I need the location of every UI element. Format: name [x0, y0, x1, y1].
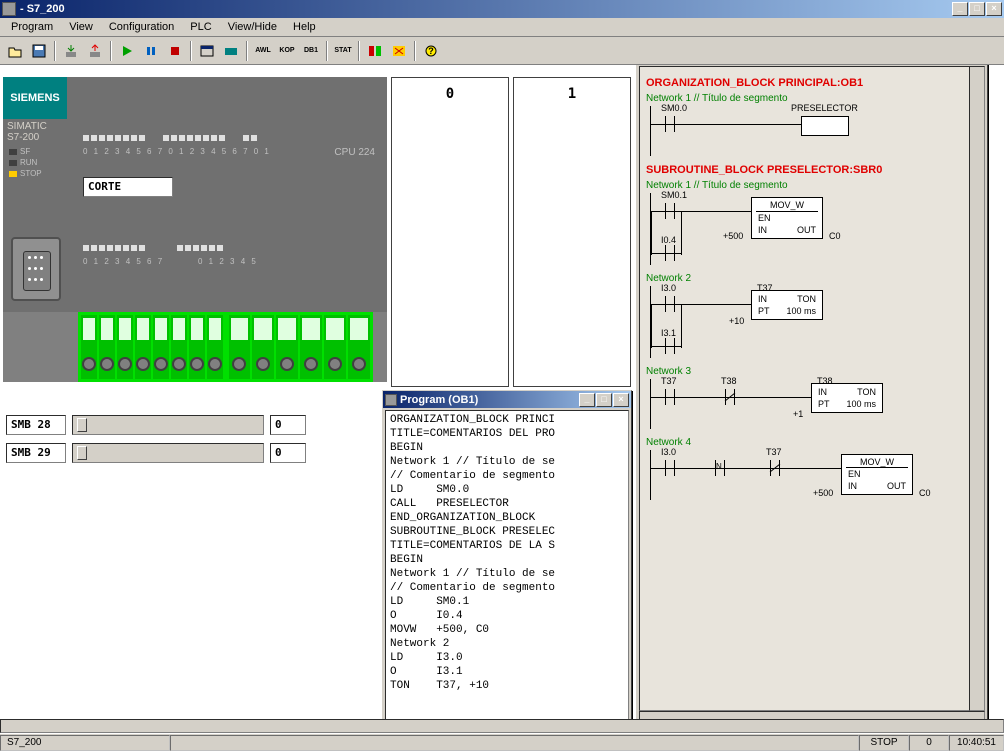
- db9-connector: [11, 237, 61, 301]
- monitor-panel: 0 1: [391, 77, 631, 387]
- menu-help[interactable]: Help: [286, 19, 323, 35]
- io-numbers-bottom-b: 0 1 2 3 4 5: [198, 257, 258, 266]
- main-titlebar: - S7_200 _ □ ×: [0, 0, 1004, 18]
- program-window[interactable]: Program (OB1) _ □ × ORGANIZATION_BLOCK P…: [382, 390, 632, 719]
- menu-configuration[interactable]: Configuration: [102, 19, 181, 35]
- plc-simulator-panel: SIEMENS SIMATICS7-200 CPU 224 SF RUN STO…: [3, 77, 387, 382]
- program-window-icon: [385, 394, 397, 406]
- prog-close-button[interactable]: ×: [613, 393, 629, 407]
- slider-panel: SMB 28 0 SMB 29 0: [6, 415, 306, 471]
- menu-view[interactable]: View: [62, 19, 100, 35]
- plc-model-label: SIMATICS7-200: [3, 119, 51, 145]
- help-icon[interactable]: ?: [420, 40, 442, 62]
- kop-network-2: Network 1 // Título de segmento: [646, 180, 978, 191]
- menu-viewhide[interactable]: View/Hide: [221, 19, 284, 35]
- status-leds: SF RUN STOP: [9, 147, 42, 180]
- ladder-rung-2: SM0.1 I0.4 MOV_W EN INOUT +500 C0: [650, 193, 978, 265]
- app-icon: [2, 2, 16, 16]
- plc-brand-label: SIEMENS: [3, 77, 67, 119]
- kop-network-3: Network 2: [646, 273, 978, 284]
- program-window-title: Program (OB1): [400, 394, 478, 406]
- kop-window[interactable]: KOP _ □ × ORGANIZATION_BLOCK PRINCIPAL:O…: [636, 65, 988, 719]
- main-hscrollbar[interactable]: [0, 719, 1004, 733]
- mdi-client: SIEMENS SIMATICS7-200 CPU 224 SF RUN STO…: [0, 65, 1004, 719]
- terminal-strip[interactable]: [78, 312, 373, 382]
- open-icon[interactable]: [4, 40, 26, 62]
- slider2-label: SMB 29: [6, 443, 66, 463]
- kop-block-header-1: ORGANIZATION_BLOCK PRINCIPAL:OB1: [646, 77, 978, 89]
- monitor-col-1: 1: [513, 77, 631, 387]
- maximize-button[interactable]: □: [969, 2, 985, 16]
- program-code-area[interactable]: ORGANIZATION_BLOCK PRINCI TITLE=COMENTAR…: [385, 410, 629, 719]
- window-title: - S7_200: [20, 3, 65, 15]
- tool2-icon[interactable]: [388, 40, 410, 62]
- kop-network-5: Network 4: [646, 437, 978, 448]
- cpu-label: CPU 224: [334, 147, 375, 158]
- slider2-value[interactable]: 0: [270, 443, 306, 463]
- window-icon[interactable]: [196, 40, 218, 62]
- kop-hscrollbar[interactable]: [639, 711, 985, 719]
- kop-ladder-area[interactable]: ORGANIZATION_BLOCK PRINCIPAL:OB1 Network…: [639, 66, 985, 711]
- statusbar: S7_200 STOP 0 10:40:51: [0, 733, 1004, 751]
- status-left: S7_200: [0, 735, 170, 751]
- prog-maximize-button[interactable]: □: [596, 393, 612, 407]
- status-mode: STOP: [859, 735, 909, 751]
- module-icon[interactable]: [220, 40, 242, 62]
- ladder-rung-5: I3.0 N T37 MOV_W EN INOUT +500 C0: [650, 450, 978, 500]
- svg-text:?: ?: [428, 46, 434, 56]
- slider1-label: SMB 28: [6, 415, 66, 435]
- kop-network-4: Network 3: [646, 366, 978, 377]
- menubar: Program View Configuration PLC View/Hide…: [0, 18, 1004, 37]
- ladder-rung-4: T37 T38 T38 INTON PT100 ms +1: [650, 379, 978, 429]
- menu-plc[interactable]: PLC: [183, 19, 218, 35]
- download-icon[interactable]: [60, 40, 82, 62]
- run-icon[interactable]: [116, 40, 138, 62]
- minimize-button[interactable]: _: [952, 2, 968, 16]
- ladder-rung-3: I3.0 I3.1 T37 INTON PT100 ms +10: [650, 286, 978, 358]
- plc-display-field[interactable]: CORTE: [83, 177, 173, 197]
- monitor-col-0: 0: [391, 77, 509, 387]
- toolbar: AWL KOP DB1 STAT ?: [0, 37, 1004, 65]
- status-time: 10:40:51: [949, 735, 1004, 751]
- awl-button[interactable]: AWL: [252, 40, 274, 62]
- kop-block-header-2: SUBROUTINE_BLOCK PRESELECTOR:SBR0: [646, 164, 978, 176]
- menu-program[interactable]: Program: [4, 19, 60, 35]
- tool1-icon[interactable]: [364, 40, 386, 62]
- stop-icon[interactable]: [164, 40, 186, 62]
- close-button[interactable]: ×: [986, 2, 1002, 16]
- save-icon[interactable]: [28, 40, 50, 62]
- workspace: SIEMENS SIMATICS7-200 CPU 224 SF RUN STO…: [0, 65, 1004, 733]
- upload-icon[interactable]: [84, 40, 106, 62]
- pause-icon[interactable]: [140, 40, 162, 62]
- prog-minimize-button[interactable]: _: [579, 393, 595, 407]
- slider2-track[interactable]: [72, 443, 264, 463]
- io-numbers-bottom-a: 0 1 2 3 4 5 6 7: [83, 257, 164, 266]
- slider1-value[interactable]: 0: [270, 415, 306, 435]
- db1-button[interactable]: DB1: [300, 40, 322, 62]
- stat-button[interactable]: STAT: [332, 40, 354, 62]
- ladder-rung-1: SM0.0 PRESELECTOR: [650, 106, 978, 156]
- status-num: 0: [909, 735, 949, 751]
- kop-vscrollbar[interactable]: [969, 66, 985, 711]
- kop-button[interactable]: KOP: [276, 40, 298, 62]
- io-numbers-top: 0 1 2 3 4 5 6 7 0 1 2 3 4 5 6 7 0 1: [83, 147, 271, 156]
- slider1-track[interactable]: [72, 415, 264, 435]
